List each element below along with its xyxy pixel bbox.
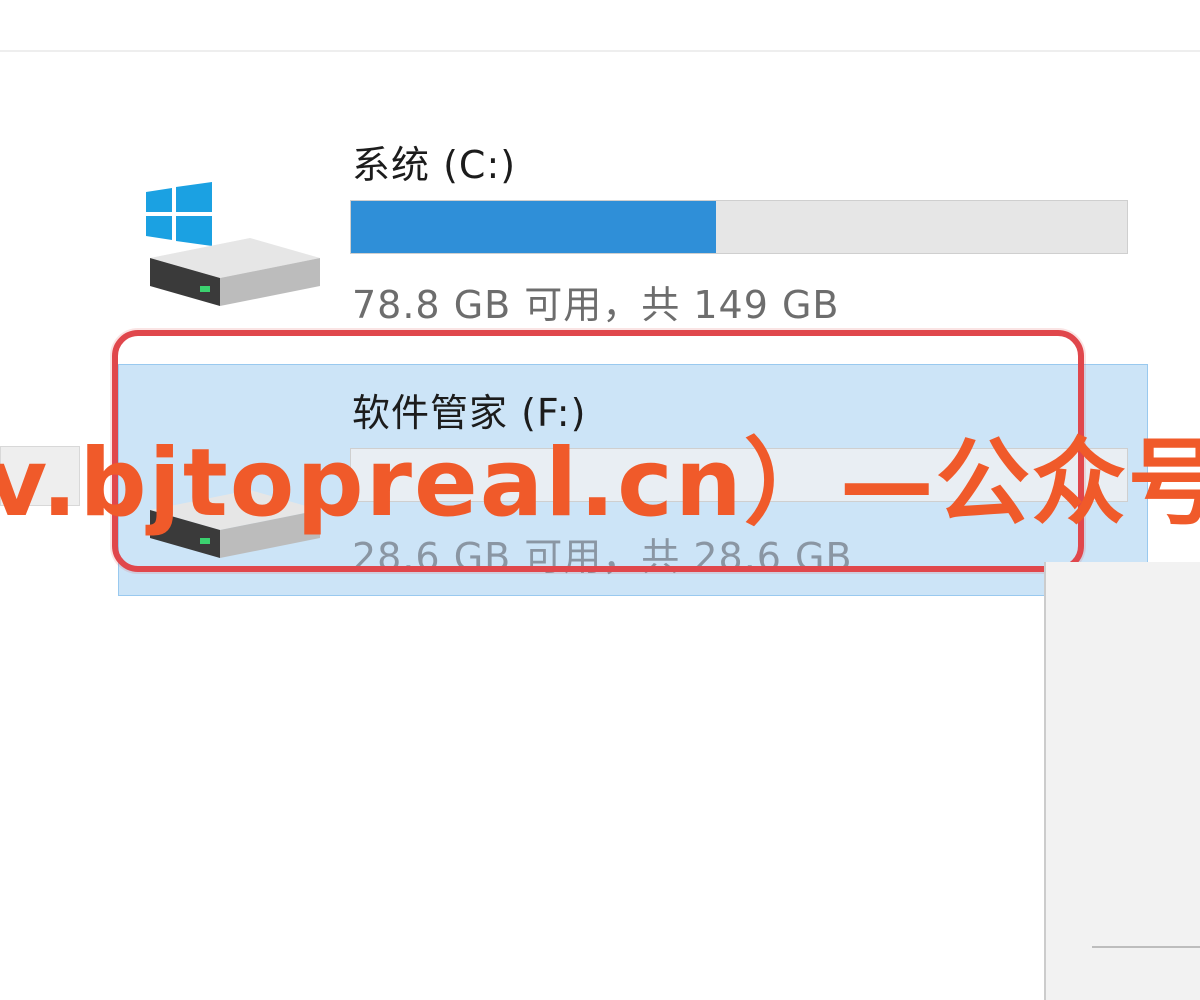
drive-c-usage-fill	[351, 201, 716, 253]
context-menu-separator	[1092, 946, 1200, 948]
watermark-text: v.bjtopreal.cn）—公众号和融媒	[0, 429, 1200, 538]
windows-drive-icon	[146, 182, 320, 306]
drive-c-space-text: 78.8 GB 可用，共 149 GB	[352, 283, 840, 327]
drive-c-name: 系统 (C:)	[352, 143, 517, 187]
drive-c-usage-bar	[350, 200, 1128, 254]
toolbar-divider	[0, 50, 1200, 52]
context-menu	[1044, 562, 1200, 1000]
file-explorer-view: 系统 (C:) 78.8 GB 可用，共 149 GB 软件管家 (F:) 28…	[0, 0, 1200, 1000]
